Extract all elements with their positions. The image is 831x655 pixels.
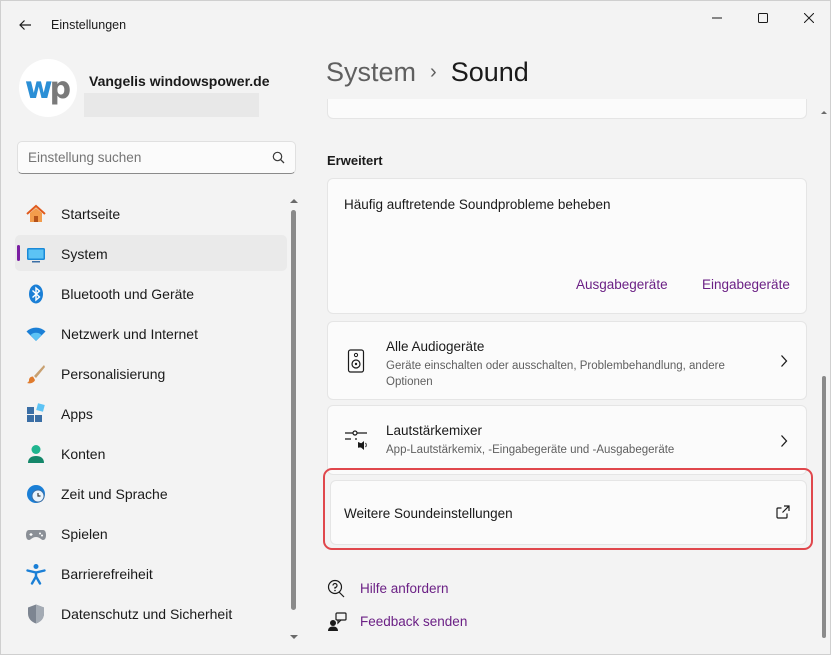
volume-mixer-row[interactable]: Lautstärkemixer App-Lautstärkemix, -Eing… — [327, 405, 807, 475]
sidebar-item-spielen[interactable]: Spielen — [15, 515, 287, 551]
title-bar: Einstellungen — [1, 1, 830, 49]
search-icon[interactable] — [272, 151, 285, 164]
maximize-icon — [758, 13, 768, 23]
all-audio-devices-title: Alle Audiogeräte — [386, 339, 485, 354]
account-icon — [25, 443, 47, 465]
get-help-link[interactable]: Hilfe anfordern — [360, 581, 449, 596]
sidebar-item-startseite[interactable]: Startseite — [15, 195, 287, 231]
sidebar-item-bluetooth[interactable]: Bluetooth und Geräte — [15, 275, 287, 311]
troubleshoot-title: Häufig auftretende Soundprobleme beheben — [344, 197, 611, 212]
avatar: wp — [19, 59, 77, 117]
sidebar-item-label: Datenschutz und Sicherheit — [61, 606, 233, 622]
sidebar-item-datenschutz[interactable]: Datenschutz und Sicherheit — [15, 595, 287, 631]
volume-mixer-description: App-Lautstärkemix, -Eingabegeräte und -A… — [386, 444, 675, 456]
breadcrumb-separator: › — [430, 61, 437, 83]
minimize-button[interactable] — [694, 5, 740, 31]
sidebar-item-label: Apps — [61, 406, 93, 422]
chevron-right-icon — [781, 435, 788, 447]
sidebar-item-label: Konten — [61, 446, 106, 462]
output-devices-link[interactable]: Ausgabegeräte — [576, 277, 668, 292]
search-input[interactable] — [28, 150, 258, 165]
selection-indicator — [17, 245, 20, 261]
shield-icon — [25, 603, 47, 625]
settings-window: Einstellungen wp Vangelis windowspower.d… — [0, 0, 831, 655]
breadcrumb: System › Sound — [326, 57, 529, 88]
sidebar-item-barrierefreiheit[interactable]: Barrierefreiheit — [15, 555, 287, 591]
all-audio-devices-description: Geräte einschalten oder ausschalten, Pro… — [386, 360, 725, 388]
sidebar-item-konten[interactable]: Konten — [15, 435, 287, 471]
sidebar-item-system[interactable]: System — [15, 235, 287, 271]
accessibility-icon — [25, 563, 47, 585]
sidebar-item-label: Barrierefreiheit — [61, 566, 153, 582]
bluetooth-icon — [25, 283, 47, 305]
chevron-right-icon — [781, 355, 788, 367]
page-title: Sound — [450, 57, 529, 87]
feedback-link[interactable]: Feedback senden — [360, 614, 467, 629]
sidebar-item-label: Bluetooth und Geräte — [61, 286, 195, 302]
wifi-icon — [25, 323, 47, 345]
clock-globe-icon — [25, 483, 47, 505]
main-scroll-thumb[interactable] — [822, 376, 826, 638]
main-scrollbar[interactable] — [819, 101, 829, 651]
scroll-up-icon[interactable] — [819, 107, 829, 117]
home-icon — [25, 203, 47, 225]
brush-icon — [25, 363, 47, 385]
sidebar-item-label: Netzwerk und Internet — [61, 326, 198, 342]
maximize-button[interactable] — [740, 5, 786, 31]
sidebar-item-personalisierung[interactable]: Personalisierung — [15, 355, 287, 391]
system-icon — [25, 243, 47, 265]
sidebar-item-apps[interactable]: Apps — [15, 395, 287, 431]
profile-name: Vangelis windowspower.de — [89, 73, 270, 89]
input-devices-link[interactable]: Eingabegeräte — [702, 277, 790, 292]
scroll-up-icon[interactable] — [288, 196, 300, 206]
back-button[interactable] — [11, 11, 39, 39]
breadcrumb-parent[interactable]: System — [326, 57, 416, 87]
app-title: Einstellungen — [51, 18, 127, 32]
speaker-icon — [344, 348, 368, 374]
volume-mixer-title: Lautstärkemixer — [386, 423, 483, 438]
sidebar-item-label: Spielen — [61, 526, 108, 542]
sidebar-item-label: Zeit und Sprache — [61, 486, 168, 502]
avatar-letter-p: p — [49, 70, 72, 106]
help-icon — [327, 579, 345, 598]
sidebar-scrollbar[interactable] — [288, 194, 300, 644]
troubleshoot-card: Häufig auftretende Soundprobleme beheben… — [327, 178, 807, 314]
sidebar-nav: Startseite System Bluetooth und Geräte N… — [15, 195, 287, 635]
mixer-icon — [344, 426, 368, 452]
avatar-letter-w: w — [24, 70, 53, 106]
back-arrow-icon — [19, 20, 31, 30]
gamepad-icon — [25, 523, 47, 545]
all-audio-devices-row[interactable]: Alle Audiogeräte Geräte einschalten oder… — [327, 321, 807, 400]
sidebar-scroll-thumb[interactable] — [291, 210, 296, 610]
apps-icon — [25, 403, 47, 425]
section-title-erweitert: Erweitert — [327, 153, 383, 168]
previous-card-bottom — [327, 99, 807, 119]
close-icon — [804, 13, 814, 23]
sidebar-item-label: Startseite — [61, 206, 121, 222]
close-button[interactable] — [786, 5, 831, 31]
profile-email-redacted — [84, 93, 259, 117]
feedback-icon — [328, 612, 347, 631]
scroll-down-icon[interactable] — [288, 632, 300, 642]
sidebar-item-label: System — [61, 246, 108, 262]
sidebar-item-netzwerk[interactable]: Netzwerk und Internet — [15, 315, 287, 351]
sidebar-item-zeit-sprache[interactable]: Zeit und Sprache — [15, 475, 287, 511]
highlight-frame — [323, 468, 813, 550]
settings-search-box[interactable] — [17, 141, 296, 174]
sidebar-item-label: Personalisierung — [61, 366, 166, 382]
minimize-icon — [712, 17, 722, 19]
